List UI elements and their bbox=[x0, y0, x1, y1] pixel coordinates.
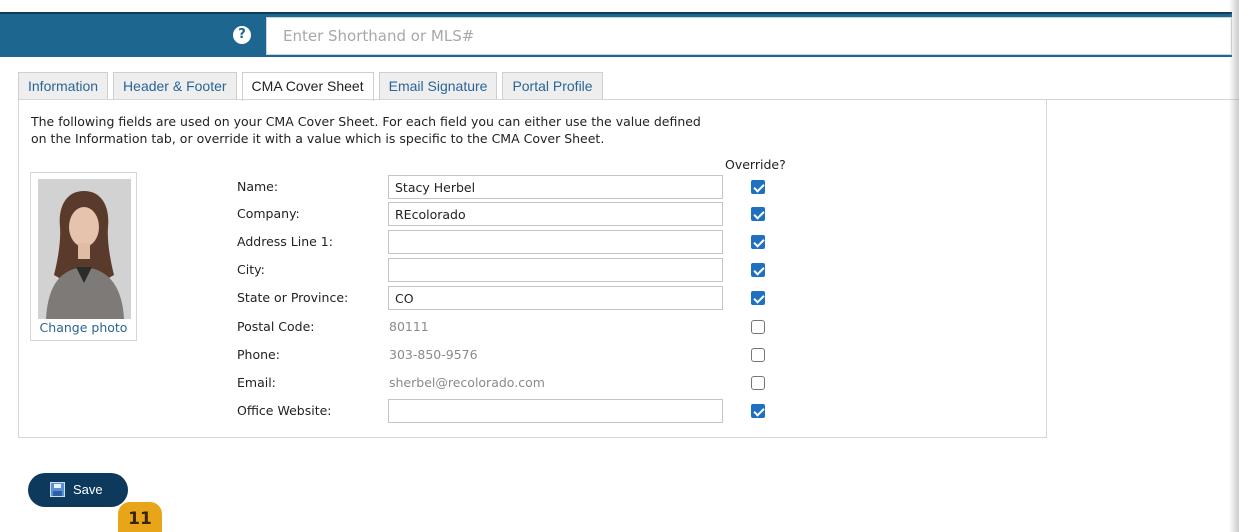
floppy-disk-icon bbox=[50, 482, 65, 497]
override-checkbox[interactable] bbox=[751, 207, 765, 221]
tab-bar: Information Header & Footer CMA Cover Sh… bbox=[18, 72, 608, 101]
override-checkbox[interactable] bbox=[751, 320, 765, 334]
tab-email-signature[interactable]: Email Signature bbox=[378, 72, 498, 100]
field-input[interactable] bbox=[388, 230, 723, 254]
override-checkbox[interactable] bbox=[751, 235, 765, 249]
tab-header-footer[interactable]: Header & Footer bbox=[113, 72, 237, 100]
field-label: City: bbox=[237, 262, 265, 277]
override-checkbox[interactable] bbox=[751, 263, 765, 277]
search-input[interactable] bbox=[267, 18, 1231, 54]
intro-line-1: The following fields are used on your CM… bbox=[31, 114, 701, 129]
field-label: State or Province: bbox=[237, 290, 349, 305]
field-row: Address Line 1: bbox=[19, 230, 1048, 254]
step-badge: 11 bbox=[118, 502, 162, 532]
override-checkbox[interactable] bbox=[751, 291, 765, 305]
field-label: Email: bbox=[237, 375, 276, 390]
tab-cma-cover-sheet[interactable]: CMA Cover Sheet bbox=[241, 72, 374, 101]
field-label: Phone: bbox=[237, 347, 280, 362]
tab-portal-profile[interactable]: Portal Profile bbox=[502, 72, 603, 100]
search-box[interactable] bbox=[266, 17, 1232, 55]
field-label: Company: bbox=[237, 206, 300, 221]
field-input[interactable] bbox=[388, 175, 723, 199]
field-row: Name: bbox=[19, 175, 1048, 199]
field-row: Office Website: bbox=[19, 399, 1048, 423]
field-row: Company: bbox=[19, 202, 1048, 226]
field-row: Postal Code: 80111 bbox=[19, 315, 1048, 339]
field-row: Phone: 303-850-9576 bbox=[19, 343, 1048, 367]
intro-text: The following fields are used on your CM… bbox=[31, 113, 751, 147]
override-checkbox[interactable] bbox=[751, 348, 765, 362]
field-row: Email: sherbel@recolorado.com bbox=[19, 371, 1048, 395]
field-input[interactable] bbox=[388, 258, 723, 282]
field-inherited-value: 80111 bbox=[389, 319, 429, 334]
intro-line-2: on the Information tab, or override it w… bbox=[31, 131, 605, 146]
override-checkbox[interactable] bbox=[751, 404, 765, 418]
field-label: Office Website: bbox=[237, 403, 332, 418]
override-checkbox[interactable] bbox=[751, 180, 765, 194]
field-inherited-value: sherbel@recolorado.com bbox=[389, 375, 545, 390]
tab-information[interactable]: Information bbox=[18, 72, 109, 100]
save-label: Save bbox=[73, 482, 103, 497]
field-inherited-value: 303-850-9576 bbox=[389, 347, 478, 362]
window-edge-shadow bbox=[1229, 0, 1239, 532]
save-button[interactable]: Save bbox=[28, 473, 128, 507]
field-input[interactable] bbox=[388, 399, 723, 423]
field-row: State or Province: bbox=[19, 286, 1048, 310]
override-checkbox[interactable] bbox=[751, 376, 765, 390]
field-label: Postal Code: bbox=[237, 319, 315, 334]
field-row: City: bbox=[19, 258, 1048, 282]
app-frame: ? Information Header & Footer CMA Cover … bbox=[0, 0, 1239, 532]
field-input[interactable] bbox=[388, 286, 723, 310]
field-input[interactable] bbox=[388, 202, 723, 226]
help-icon[interactable]: ? bbox=[233, 26, 251, 44]
cma-cover-sheet-panel: The following fields are used on your CM… bbox=[18, 100, 1047, 438]
field-label: Name: bbox=[237, 179, 279, 194]
override-header: Override? bbox=[725, 157, 786, 172]
field-label: Address Line 1: bbox=[237, 234, 333, 249]
